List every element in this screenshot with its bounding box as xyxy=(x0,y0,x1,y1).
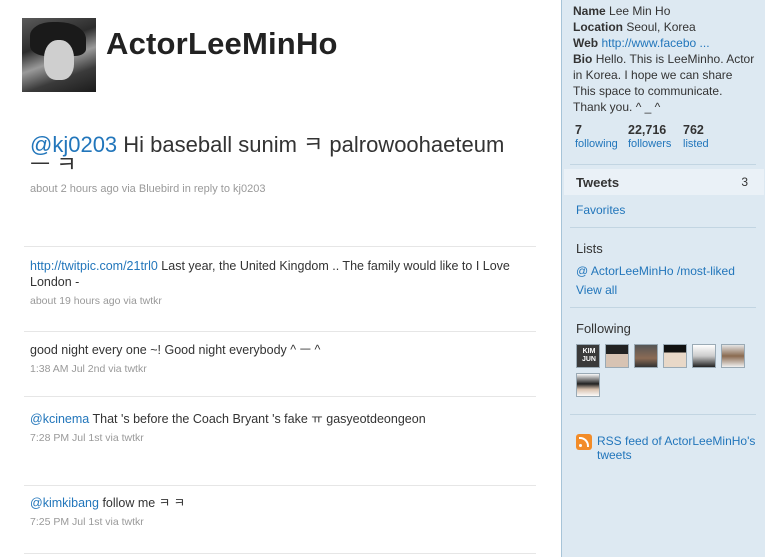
avatar-image xyxy=(577,374,599,396)
following-avatar-6[interactable] xyxy=(721,344,745,368)
following-avatar-4[interactable] xyxy=(663,344,687,368)
avatar-image xyxy=(664,345,686,367)
avatar-image xyxy=(693,345,715,367)
tweet-text: good night every one ~! Good night every… xyxy=(30,342,530,358)
profile-name: Lee Min Ho xyxy=(609,4,671,18)
sidebar-divider xyxy=(570,227,756,228)
tweet-meta[interactable]: 7:28 PM Jul 1st via twtkr xyxy=(30,432,530,444)
following-avatar-kimjun[interactable]: KIM JUN xyxy=(576,344,600,368)
profile-sidebar: Name Lee Min Ho Location Seoul, Korea We… xyxy=(561,0,765,557)
tweet-3: @kcinema That 's before the Coach Bryant… xyxy=(30,411,530,444)
view-all-lists-link[interactable]: View all xyxy=(576,283,617,297)
profile-bio: Hello. This is LeeMinho. Actor in Korea.… xyxy=(573,52,755,114)
avatar-image xyxy=(722,345,744,367)
following-heading: Following xyxy=(576,321,631,336)
tweet-divider xyxy=(24,331,536,332)
sidebar-divider xyxy=(570,307,756,308)
tweet-divider xyxy=(24,246,536,247)
tweet-text: http://twitpic.com/21trl0 Last year, the… xyxy=(30,258,530,290)
tweet-2: good night every one ~! Good night every… xyxy=(30,342,530,375)
rss-icon xyxy=(576,434,592,450)
rss-feed-text: RSS feed of ActorLeeMinHo's tweets xyxy=(597,434,756,462)
tweet-divider xyxy=(24,485,536,486)
following-avatar-5[interactable] xyxy=(692,344,716,368)
avatar-image xyxy=(606,345,628,367)
sidebar-divider xyxy=(570,414,756,415)
featured-tweet-meta: about 2 hours ago via Bluebird in reply … xyxy=(30,183,266,195)
following-avatar-2[interactable] xyxy=(605,344,629,368)
sidebar-favorites-link[interactable]: Favorites xyxy=(576,203,625,217)
avatar-image xyxy=(635,345,657,367)
tweet-4: @kimkibang follow me ㅋ ㅋ 7:25 PM Jul 1st… xyxy=(30,495,530,528)
following-avatar-3[interactable] xyxy=(634,344,658,368)
tweet-text: @kcinema That 's before the Coach Bryant… xyxy=(30,411,530,427)
sidebar-divider xyxy=(570,164,756,165)
sidebar-tweets-tab[interactable]: Tweets 3 xyxy=(564,169,764,195)
profile-web-link[interactable]: http://www.facebo ... xyxy=(601,36,709,50)
following-avatar-7[interactable] xyxy=(576,373,600,397)
profile-web-row: Web http://www.facebo ... xyxy=(573,36,710,50)
stat-listed[interactable]: 762 listed xyxy=(683,123,709,150)
tweet-body: That 's before the Coach Bryant 's fake … xyxy=(89,412,426,426)
avatar-face xyxy=(44,40,74,80)
profile-bio-row: Bio Hello. This is LeeMinho. Actor in Ko… xyxy=(573,52,755,114)
tweet-meta[interactable]: 1:38 AM Jul 2nd via twtkr xyxy=(30,363,530,375)
tweet-meta[interactable]: 7:25 PM Jul 1st via twtkr xyxy=(30,516,530,528)
stat-followers[interactable]: 22,716 followers xyxy=(628,123,671,150)
featured-tweet-text: @kj0203 Hi baseball sunim ㅋ palrowoohaet… xyxy=(30,134,530,176)
profile-location-row: Location Seoul, Korea xyxy=(573,20,696,34)
featured-tweet: @kj0203 Hi baseball sunim ㅋ palrowoohaet… xyxy=(30,134,530,196)
tweet-divider xyxy=(24,553,536,554)
main-timeline: ActorLeeMinHo @kj0203 Hi baseball sunim … xyxy=(0,0,561,557)
tweet-1: http://twitpic.com/21trl0 Last year, the… xyxy=(30,258,530,307)
tweet-text: @kimkibang follow me ㅋ ㅋ xyxy=(30,495,530,511)
list-most-liked-link[interactable]: @ ActorLeeMinHo /most-liked xyxy=(576,264,735,278)
tweet-body: follow me ㅋ ㅋ xyxy=(98,496,186,510)
profile-avatar[interactable] xyxy=(22,18,96,92)
tweets-count: 3 xyxy=(741,175,748,189)
lists-heading: Lists xyxy=(576,241,603,256)
profile-name-row: Name Lee Min Ho xyxy=(573,4,671,18)
tweet-link[interactable]: http://twitpic.com/21trl0 xyxy=(30,259,158,273)
profile-location: Seoul, Korea xyxy=(626,20,696,34)
avatar-caption: KIM JUN xyxy=(581,348,596,363)
tweet-meta[interactable]: about 19 hours ago via twtkr xyxy=(30,295,530,307)
tweet-mention-link[interactable]: @kcinema xyxy=(30,412,89,426)
stat-following[interactable]: 7 following xyxy=(575,123,618,150)
tweet-divider xyxy=(24,396,536,397)
tweet-mention-link[interactable]: @kimkibang xyxy=(30,496,99,510)
profile-info: Name Lee Min Ho Location Seoul, Korea We… xyxy=(573,3,758,115)
tweet-body: good night every one ~! Good night every… xyxy=(30,343,321,357)
tweets-label: Tweets xyxy=(576,175,620,190)
screen-name: ActorLeeMinHo xyxy=(106,26,338,61)
